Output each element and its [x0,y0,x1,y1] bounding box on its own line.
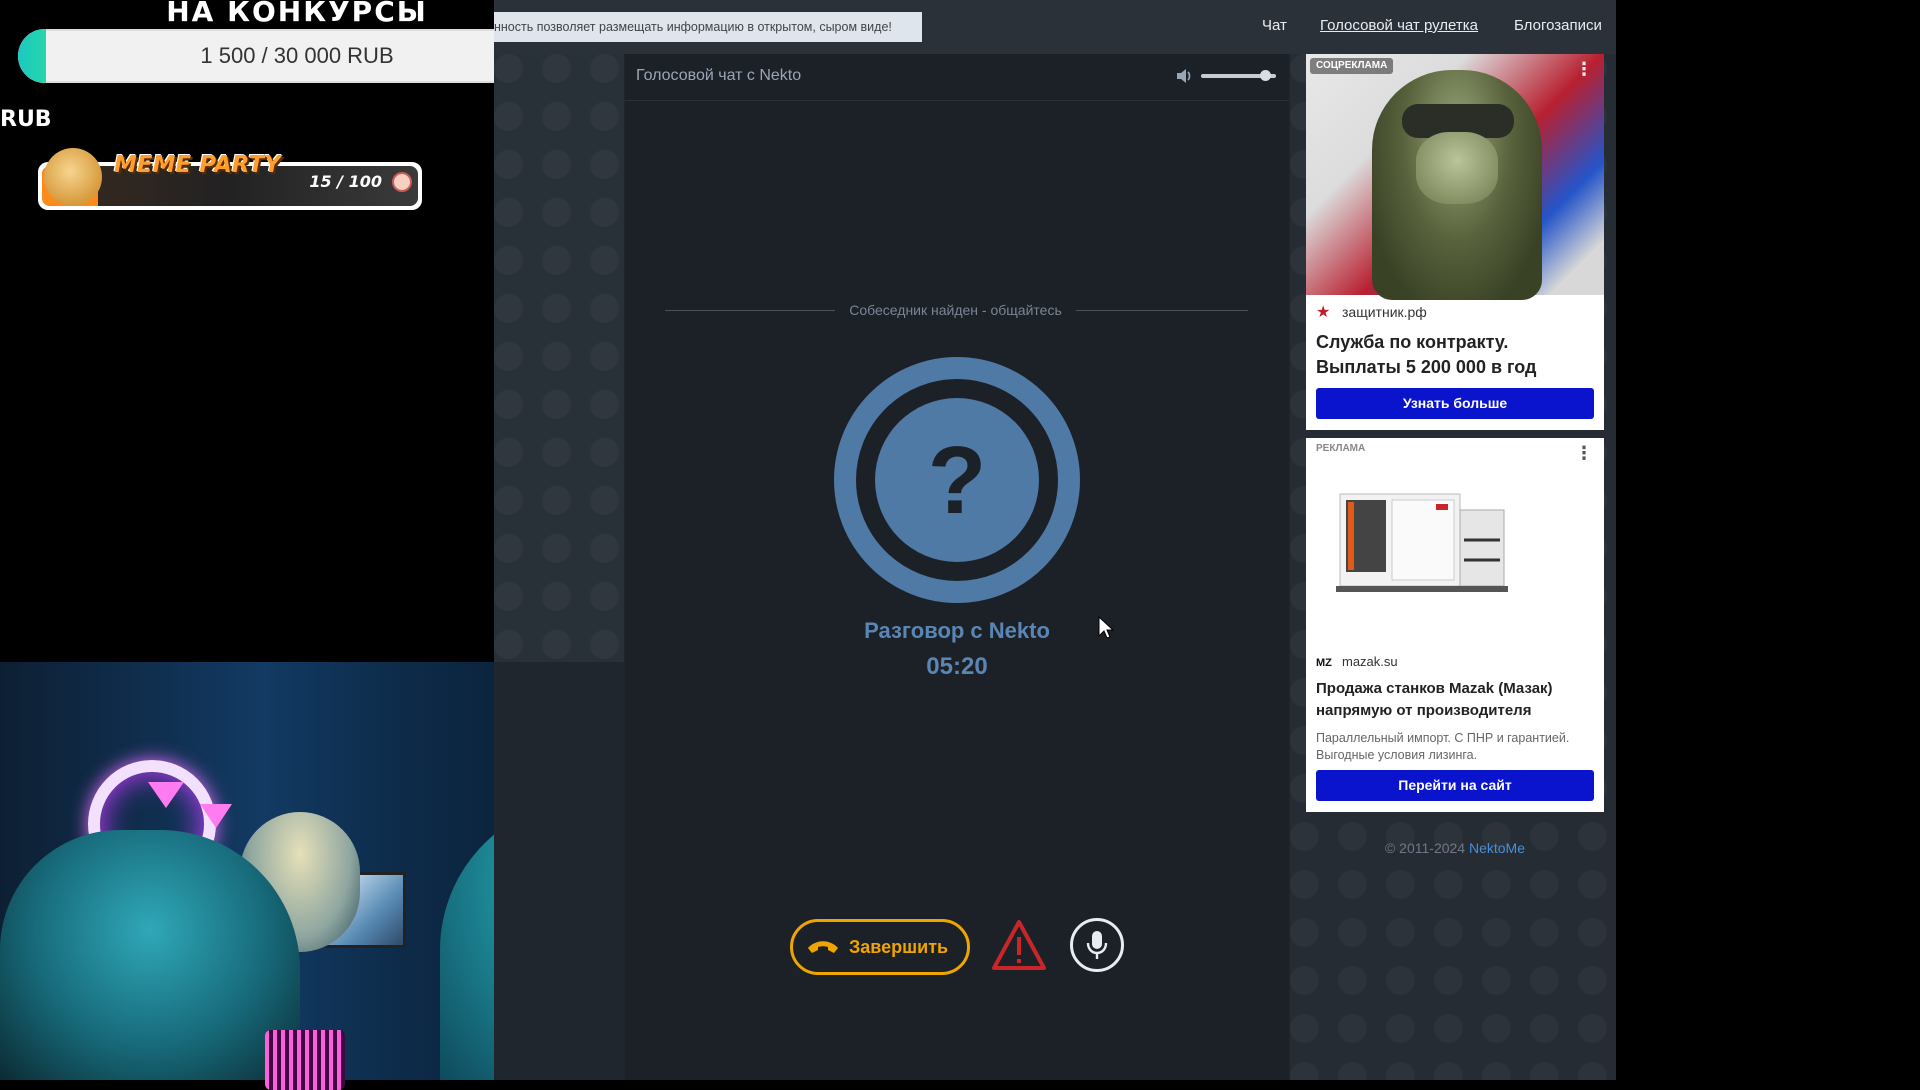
report-warning-icon[interactable] [990,918,1048,974]
donation-progress-text: 1 500 / 30 000 RUB [200,43,394,68]
copyright-text: © 2011-2024 [1384,840,1466,856]
divider [665,310,835,311]
meme-party-progress-bar: MEME PARTY 15 / 100 [38,148,422,210]
divider [1076,310,1248,311]
background-pattern [494,54,624,662]
go-to-site-button[interactable]: Перейти на сайт [1316,770,1594,801]
anonymous-avatar-icon: ? [834,357,1080,603]
ad-title[interactable]: Служба по контракту. Выплаты 5 200 000 в… [1316,330,1596,380]
doge-icon [44,148,102,206]
more-options-icon[interactable]: ⋮ [1574,61,1594,82]
microphone-icon [1084,929,1110,961]
meme-party-count: 15 / 100 [309,172,382,191]
ad-badge: РЕКЛАМА [1316,443,1366,454]
neon-triangle [148,782,184,808]
more-options-icon[interactable]: ⋮ [1574,445,1594,466]
nav-link-blog[interactable]: Блогозаписи [1514,16,1602,36]
nav-link-voice-roulette[interactable]: Голосовой чат рулетка [1320,16,1478,36]
mouse-cursor-icon [1098,615,1115,645]
conversation-label: Разговор с Nekto [864,618,1050,643]
webcam-person [0,830,300,1080]
svg-text:?: ? [928,427,987,534]
conversation-timer: 05:20 [926,653,988,680]
footer-copyright: © 2011-2024 NektoMe [1306,838,1604,858]
mazak-logo-icon: MZ [1316,657,1332,669]
phone-hangup-icon [806,936,840,956]
match-status: Собеседник найден - общайтесь [849,302,1062,318]
ad-source[interactable]: mazak.su [1342,652,1398,672]
notice-banner: нность позволяет размещать информацию в … [494,12,922,42]
neon-cup [265,1030,345,1090]
volume-icon[interactable] [1175,67,1193,85]
coin-icon [392,172,412,192]
star-icon: ★ [1316,302,1331,321]
ad-title[interactable]: Продажа станков Mazak (Мазак) напрямую о… [1316,678,1596,722]
donation-progress-bar: 1 500 / 30 000 RUB [18,29,576,83]
meme-party-label: MEME PARTY [114,152,281,178]
neon-triangle [200,804,232,828]
rub-text-fragment: RUB [0,107,52,132]
volume-slider-handle[interactable] [1259,70,1271,81]
chat-title: Голосовой чат с Nekto [636,67,802,84]
soldier-face [1416,132,1498,204]
nav-link-chat[interactable]: Чат [1262,16,1287,36]
machine-tool-image[interactable] [1336,480,1516,604]
ad-source[interactable]: защитник.рф [1342,302,1427,322]
learn-more-button[interactable]: Узнать больше [1316,388,1594,419]
nektome-link[interactable]: NektoMe [1469,840,1525,856]
ad-badge: СОЦРЕКЛАМА [1310,58,1394,74]
ad-description: Параллельный импорт. С ПНР и гарантией. … [1316,731,1570,762]
